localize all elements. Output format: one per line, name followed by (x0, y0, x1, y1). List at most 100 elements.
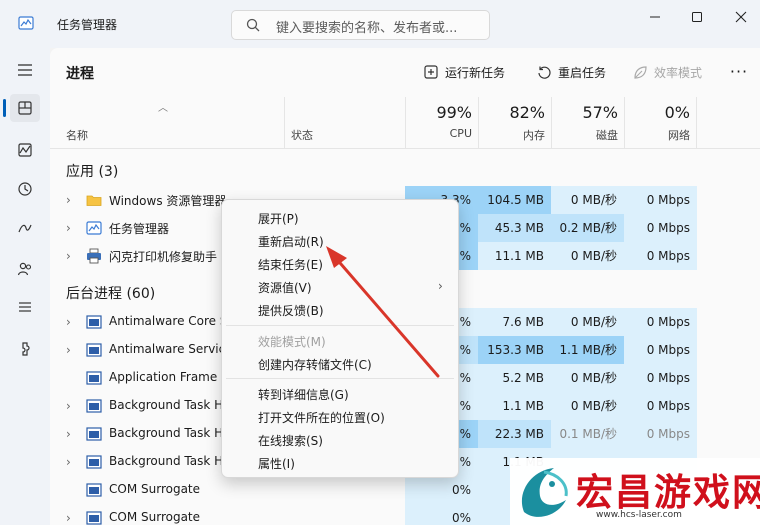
minimize-icon (650, 16, 660, 18)
column-header: ︿ 名称 状态 99% CPU 82% 内存 57% 磁盘 0% 网络 (50, 97, 760, 149)
sidebar (0, 48, 50, 525)
nav-startup-apps[interactable] (10, 214, 40, 242)
network-cell: 0 Mbps (624, 420, 697, 448)
expand-chevron-icon[interactable]: › (66, 221, 78, 235)
startup-icon (18, 224, 32, 233)
restart-icon (538, 66, 551, 79)
disk-cell: 0 MB/秒 (551, 364, 624, 392)
col-status: 状态 (291, 129, 313, 142)
network-cell: 0 Mbps (624, 214, 697, 242)
disk-cell: 0 MB/秒 (551, 186, 624, 214)
process-icon (86, 399, 102, 413)
add-task-icon (424, 64, 438, 79)
hamburger-menu-button[interactable] (10, 56, 40, 84)
col-name[interactable]: 名称 (66, 127, 88, 143)
col-memory: 内存 (523, 129, 545, 142)
hamburger-icon (18, 64, 32, 76)
memory-cell: 1.1 MB (478, 392, 551, 420)
submenu-chevron-icon: › (438, 279, 443, 293)
col-cpu-header[interactable]: 99% CPU (405, 97, 478, 149)
nav-details[interactable] (10, 293, 40, 321)
expand-chevron-icon[interactable]: › (66, 427, 78, 441)
run-new-task-button[interactable]: 运行新任务 (424, 61, 505, 83)
minimize-button[interactable] (640, 6, 670, 28)
expand-chevron-icon[interactable]: › (66, 193, 78, 207)
menu-item-search-online[interactable]: 在线搜索(S) (258, 432, 323, 449)
watermark-logo-icon (521, 468, 568, 517)
expand-chevron-icon[interactable]: › (66, 511, 78, 525)
menu-item-restart[interactable]: 重新启动(R) (258, 233, 324, 250)
close-icon (735, 11, 747, 23)
memory-cell: 5.2 MB (478, 364, 551, 392)
col-network: 网络 (668, 129, 690, 142)
run-new-task-label: 运行新任务 (445, 65, 506, 80)
expand-chevron-icon[interactable]: › (66, 315, 78, 329)
page-title: 进程 (66, 66, 94, 82)
menu-item-feedback[interactable]: 提供反馈(B) (258, 302, 324, 319)
details-icon (19, 302, 31, 312)
menu-item-open-file-location[interactable]: 打开文件所在的位置(O) (258, 409, 385, 426)
col-memory-header[interactable]: 82% 内存 (478, 97, 551, 149)
sort-caret-icon: ︿ (158, 103, 168, 114)
cpu-cell: 0% (405, 476, 478, 504)
menu-divider (226, 378, 454, 379)
col-disk: 磁盘 (596, 129, 618, 142)
nav-processes[interactable] (10, 94, 40, 122)
menu-item-resource-values[interactable]: 资源值(V) (258, 279, 312, 296)
col-cpu: CPU (449, 127, 472, 140)
disk-cell: 0 MB/秒 (551, 308, 624, 336)
menu-item-create-dump[interactable]: 创建内存转储文件(C) (258, 356, 372, 373)
context-menu: 展开(P) 重新启动(R) 结束任务(E) 资源值(V) › 提供反馈(B) 效… (221, 199, 459, 478)
nav-users[interactable] (10, 255, 40, 283)
network-cell: 0 Mbps (624, 242, 697, 270)
nav-performance[interactable] (10, 136, 40, 164)
disk-cell: 0 MB/秒 (551, 242, 624, 270)
apps-section-header[interactable]: 应用 (3) (66, 161, 118, 181)
close-button[interactable] (726, 6, 756, 28)
services-icon (22, 342, 30, 356)
network-total: 0% (664, 103, 690, 122)
process-icon (86, 483, 102, 497)
restart-task-label: 重启任务 (558, 65, 607, 80)
menu-item-go-to-details[interactable]: 转到详细信息(G) (258, 386, 349, 403)
task-manager-icon (86, 221, 102, 235)
efficiency-mode-button[interactable]: 效率模式 (633, 61, 702, 83)
maximize-button[interactable] (682, 6, 712, 28)
search-placeholder[interactable]: 键入要搜索的名称、发布者或... (276, 17, 457, 36)
process-name: COM Surrogate (109, 482, 201, 496)
watermark-url: www.hcs-laser.com (596, 510, 682, 520)
expand-chevron-icon[interactable]: › (66, 343, 78, 357)
disk-total: 57% (582, 103, 618, 122)
process-icon (86, 511, 102, 525)
restart-task-button[interactable]: 重启任务 (537, 61, 606, 83)
nav-app-history[interactable] (10, 175, 40, 203)
more-options-button[interactable]: ··· (726, 60, 752, 82)
cpu-cell: 0% (405, 504, 478, 525)
col-status-header[interactable]: 状态 (284, 97, 405, 149)
process-icon (86, 427, 102, 441)
memory-cell: 11.1 MB (478, 242, 551, 270)
expand-chevron-icon[interactable]: › (66, 249, 78, 263)
memory-cell: 45.3 MB (478, 214, 551, 242)
menu-item-end-task[interactable]: 结束任务(E) (258, 256, 323, 273)
nav-services[interactable] (10, 335, 40, 363)
menu-item-efficiency-mode[interactable]: 效能模式(M) (258, 333, 326, 350)
menu-item-properties[interactable]: 属性(I) (258, 455, 295, 472)
memory-total: 82% (509, 103, 545, 122)
leaf-icon (634, 65, 647, 79)
processes-icon (18, 101, 32, 115)
search-box[interactable]: 键入要搜索的名称、发布者或... (231, 10, 490, 40)
disk-cell: 0 MB/秒 (551, 392, 624, 420)
menu-divider (226, 325, 454, 326)
background-section-header[interactable]: 后台进程 (60) (66, 283, 155, 303)
expand-chevron-icon[interactable]: › (66, 455, 78, 469)
menu-item-expand[interactable]: 展开(P) (258, 210, 299, 227)
network-cell: 0 Mbps (624, 364, 697, 392)
users-icon (17, 262, 32, 276)
memory-cell: 153.3 MB (478, 336, 551, 364)
disk-cell: 0.2 MB/秒 (551, 214, 624, 242)
col-network-header[interactable]: 0% 网络 (624, 97, 697, 149)
process-icon (86, 343, 102, 357)
expand-chevron-icon[interactable]: › (66, 399, 78, 413)
col-disk-header[interactable]: 57% 磁盘 (551, 97, 624, 149)
